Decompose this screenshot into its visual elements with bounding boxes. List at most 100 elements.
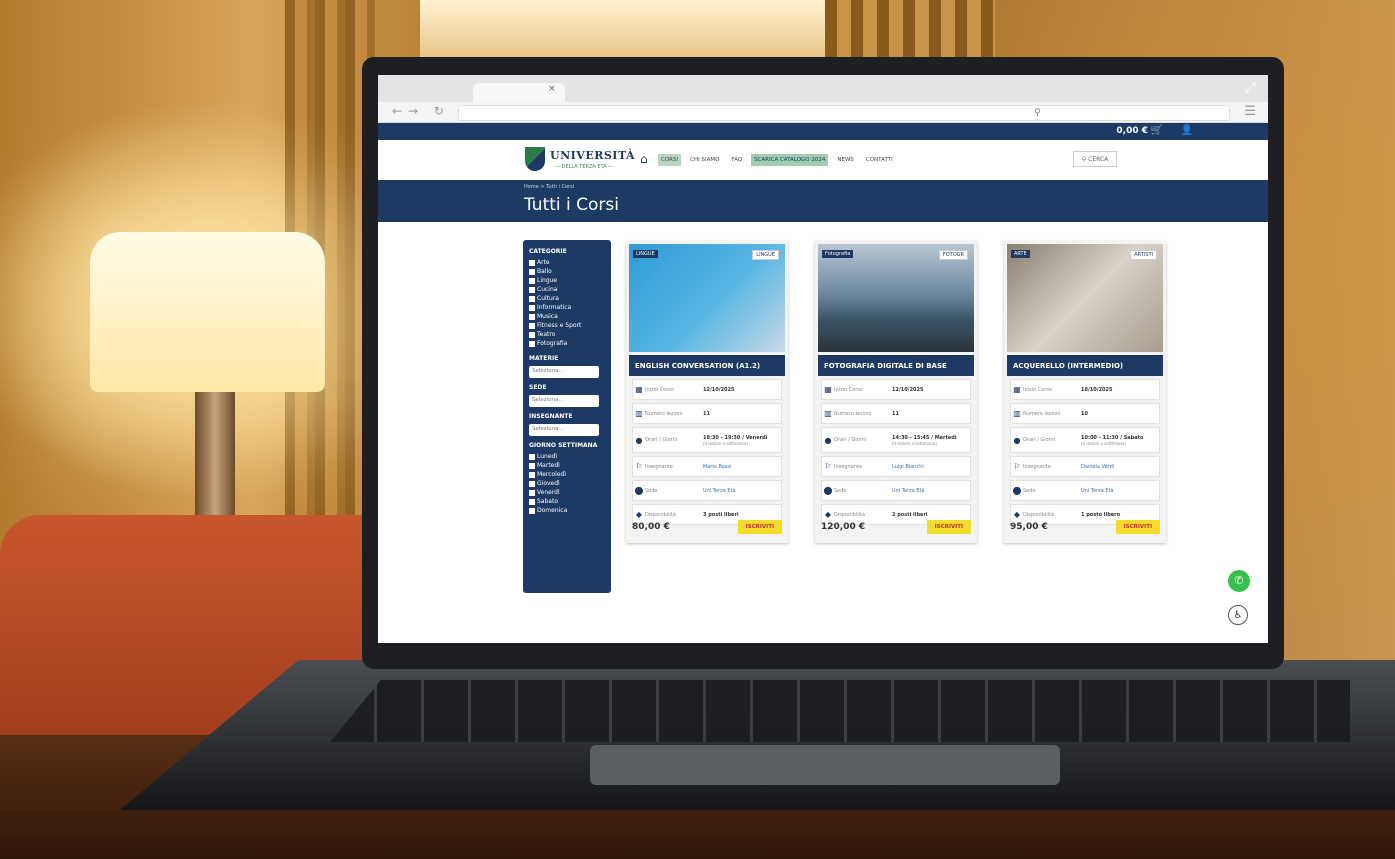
row-label: Numero lezioni [1023,410,1061,417]
url-input[interactable]: ⚲ [458,105,1230,121]
course-image[interactable]: ARTE ARTISTI [1007,244,1163,352]
filter-label: Mercoledì [537,471,567,478]
checkbox[interactable] [529,331,535,338]
insegnante-select[interactable]: Seleziona... [529,424,599,436]
search-button[interactable]: ⚲ CERCA [1073,151,1117,167]
course-card[interactable]: ARTE ARTISTI ACQUERELLO (INTERMEDIO) ▦ In… [1004,241,1166,543]
nav-arrows-icon[interactable]: ←→ ↻ [392,104,450,118]
row-value: 11 [892,410,899,417]
course-image[interactable]: Fotografia FOTOGR [818,244,974,352]
filter-category-musica[interactable]: Musica [529,313,605,320]
menu-item-news[interactable]: NEWS [834,154,857,166]
site-logo[interactable]: UNIVERSITÀ — DELLA TERZA ETÀ — [525,145,635,175]
search-icon: ⚲ [1034,108,1041,118]
hamburger-menu-icon[interactable]: ☰ [1244,104,1256,119]
page-title: Tutti i Corsi [524,195,620,215]
keyboard [330,680,1350,742]
filter-day-martedi[interactable]: Martedì [529,462,605,469]
info-row-hours: ● Orari / Giorni 18:30 - 19:30 / Venerdì (4… [632,427,782,453]
checkbox[interactable] [529,462,535,469]
calendar-icon: ▦ [1013,385,1021,394]
menu-item-contatti[interactable]: CONTATTI [863,154,896,166]
categories-heading: CATEGORIE [529,248,567,255]
checkbox[interactable] [529,453,535,460]
course-title[interactable]: ENGLISH CONVERSATION (A1.2) [629,355,785,376]
whatsapp-icon[interactable]: ✆ [1228,570,1250,592]
checkbox[interactable] [529,322,535,329]
checkbox[interactable] [529,304,535,311]
checkbox[interactable] [529,268,535,275]
checkbox[interactable] [529,295,535,302]
filter-label: Sabato [537,498,558,505]
filter-label: Domenica [537,507,568,514]
enroll-button[interactable]: ISCRIVITI [926,520,971,534]
checkbox[interactable] [529,286,535,293]
filter-day-giovedi[interactable]: Giovedì [529,480,605,487]
cart-icon[interactable]: 🛒 [1151,125,1163,136]
filter-category-cultura[interactable]: Cultura [529,295,605,302]
filter-day-lunedi[interactable]: Lunedì [529,453,605,460]
filter-category-teatro[interactable]: Teatro [529,331,605,338]
expand-icon[interactable]: ⤢ [1245,80,1256,96]
filter-category-fotografia[interactable]: Fotografia [529,340,605,347]
checkbox[interactable] [529,507,535,514]
course-image[interactable]: LINGUE LINGUE [629,244,785,352]
course-title[interactable]: ACQUERELLO (INTERMEDIO) [1007,355,1163,376]
close-icon[interactable]: × [548,84,556,94]
course-title[interactable]: FOTOGRAFIA DIGITALE DI BASE [818,355,974,376]
teacher-link[interactable]: Mario Rossi [703,464,731,470]
checkbox[interactable] [529,277,535,284]
accessibility-icon[interactable]: ♿ [1228,605,1248,625]
row-value: 18/10/2025 [1081,386,1113,393]
filter-day-mercoledi[interactable]: Mercoledì [529,471,605,478]
filter-category-informatica[interactable]: Informatica [529,304,605,311]
sede-select[interactable]: Seleziona... [529,395,599,407]
checkbox[interactable] [529,340,535,347]
course-card[interactable]: Fotografia FOTOGR FOTOGRAFIA DIGITALE DI… [815,241,977,543]
checkbox[interactable] [529,471,535,478]
row-label: Orari / Giorni [645,437,678,443]
filter-category-cucina[interactable]: Cucina [529,286,605,293]
checkbox[interactable] [529,498,535,505]
info-row-start: ▦ Inizio Corso 12/10/2025 [632,379,782,400]
filter-label: Lingue [537,277,558,284]
info-row-start: ▦ Inizio Corso 18/10/2025 [1010,379,1160,400]
checkbox[interactable] [529,259,535,266]
info-row-venue: ⬤ Sede Uni Terza Età [1010,480,1160,501]
user-icon[interactable]: 👤 [1181,125,1193,136]
logo-title: UNIVERSITÀ [550,149,636,162]
checkbox[interactable] [529,489,535,496]
breadcrumb[interactable]: Home > Tutti i Corsi [524,184,574,190]
category-badge: LINGUE [633,250,658,258]
teacher-link[interactable]: Luigi Bianchi [892,464,924,470]
enroll-button[interactable]: ISCRIVITI [1115,520,1160,534]
cart-total[interactable]: 0,00 € [1116,126,1148,136]
curtain-right [825,0,995,60]
search-icon: ⚲ [1081,155,1087,163]
menu-item-chi-siamo[interactable]: CHI SIAMO [687,154,722,166]
filter-day-domenica[interactable]: Domenica [529,507,605,514]
checkbox[interactable] [529,480,535,487]
course-card[interactable]: LINGUE LINGUE ENGLISH CONVERSATION (A1.2… [626,241,788,543]
checkbox[interactable] [529,313,535,320]
filter-category-lingue[interactable]: Lingue [529,277,605,284]
menu-item-faq[interactable]: FAQ [728,154,745,166]
home-icon[interactable]: ⌂ [640,152,648,166]
browser-tabbar: × ⤢ [378,75,1268,102]
filter-day-venerdi[interactable]: Venerdì [529,489,605,496]
venue-link[interactable]: Uni Terza Età [1081,488,1114,494]
menu-item-corsi[interactable]: CORSI [658,154,682,166]
filter-day-sabato[interactable]: Sabato [529,498,605,505]
filter-category-ballo[interactable]: Ballo [529,268,605,275]
teacher-link[interactable]: Daniela Verdi [1081,464,1114,470]
enroll-button[interactable]: ISCRIVITI [737,520,782,534]
venue-link[interactable]: Uni Terza Età [703,488,736,494]
info-row-teacher: ⚐ Insegnante Luigi Bianchi [821,456,971,477]
filter-label: Cucina [537,286,558,293]
filter-category-fitness[interactable]: Fitness e Sport [529,322,605,329]
materie-select[interactable]: Seleziona... [529,366,599,378]
filter-category-arte[interactable]: Arte [529,259,605,266]
category-badge: ARTE [1011,250,1030,258]
menu-item-catalogo[interactable]: SCARICA CATALOGO 2024 [751,154,829,166]
venue-link[interactable]: Uni Terza Età [892,488,925,494]
